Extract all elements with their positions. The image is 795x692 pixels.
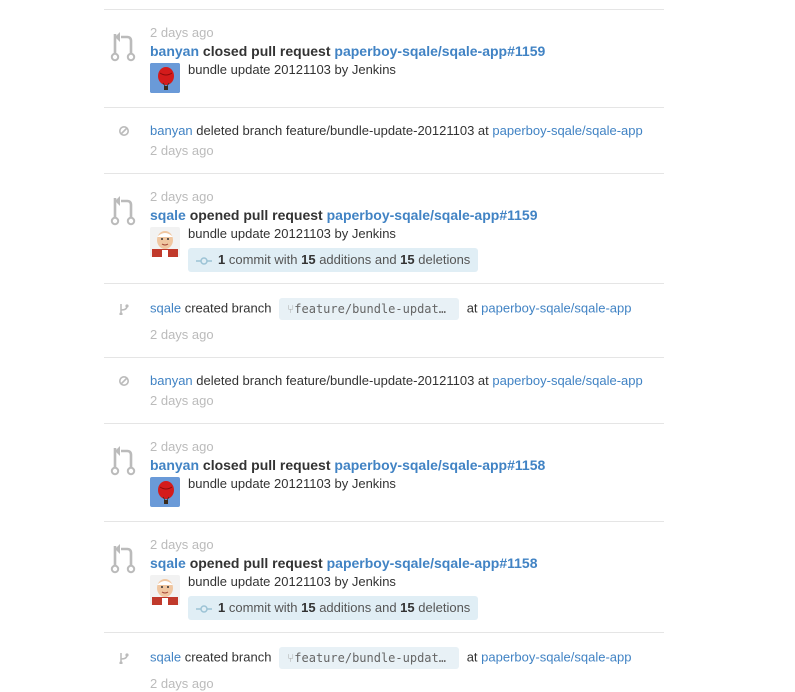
event-pr-opened: 2 days ago sqale opened pull request pap… bbox=[104, 174, 664, 283]
delete-branch-icon bbox=[119, 376, 129, 386]
deletions-count: 15 bbox=[400, 252, 415, 267]
event-line: banyan deleted branch feature/bundle-upd… bbox=[150, 372, 643, 390]
delete-branch-icon bbox=[119, 126, 129, 136]
balloon-avatar[interactable] bbox=[150, 63, 180, 93]
event-pr-closed: 2 days ago banyan closed pull request pa… bbox=[104, 10, 664, 107]
event-time: 2 days ago bbox=[150, 439, 214, 454]
at-text: at bbox=[466, 300, 478, 316]
event-title: banyan closed pull request paperboy-sqal… bbox=[150, 42, 545, 60]
branch-chip[interactable]: ⑂feature/bundle-update-20121103 bbox=[279, 647, 460, 669]
action-text: opened pull request bbox=[189, 555, 323, 571]
event-title: sqale opened pull request paperboy-sqale… bbox=[150, 206, 537, 224]
action-text: closed pull request bbox=[202, 457, 331, 473]
pull-request-icon bbox=[110, 196, 136, 226]
actor-link[interactable]: banyan bbox=[150, 43, 199, 59]
actor-link[interactable]: banyan bbox=[150, 123, 193, 138]
commit-message: bundle update 20121103 by Jenkins bbox=[188, 476, 396, 491]
balloon-avatar[interactable] bbox=[150, 477, 180, 507]
pull-request-icon bbox=[110, 446, 136, 476]
deletions-count: 15 bbox=[400, 600, 415, 615]
additions-label: additions and bbox=[319, 600, 397, 615]
branch-icon bbox=[119, 304, 129, 315]
event-title: sqale opened pull request paperboy-sqale… bbox=[150, 554, 537, 572]
event-pr-closed: 2 days ago banyan closed pull request pa… bbox=[104, 424, 664, 521]
event-branch-deleted: banyan deleted branch feature/bundle-upd… bbox=[104, 108, 664, 173]
action-text: deleted branch feature/bundle-update-201… bbox=[196, 123, 489, 138]
event-line: sqale created branch ⑂feature/bundle-upd… bbox=[150, 298, 631, 320]
branch-chip[interactable]: ⑂feature/bundle-update-20121103 bbox=[279, 298, 460, 320]
commit-icon bbox=[196, 256, 212, 265]
deletions-label: deletions bbox=[418, 600, 471, 615]
additions-count: 15 bbox=[301, 252, 316, 267]
actor-link[interactable]: sqale bbox=[150, 555, 186, 571]
actor-link[interactable]: sqale bbox=[150, 207, 186, 223]
event-time: 2 days ago bbox=[150, 25, 214, 40]
commit-summary[interactable]: 1 commit with 15 additions and 15 deleti… bbox=[188, 596, 479, 620]
repo-link[interactable]: paperboy-sqale/sqale-app bbox=[492, 123, 642, 138]
event-time: 2 days ago bbox=[150, 189, 214, 204]
branch-icon bbox=[119, 653, 129, 664]
branch-name: feature/bundle-update-20121103 bbox=[294, 302, 459, 316]
commit-message: bundle update 20121103 by Jenkins bbox=[188, 62, 396, 77]
event-time: 2 days ago bbox=[150, 537, 214, 552]
event-pr-opened: 2 days ago sqale opened pull request pap… bbox=[104, 522, 664, 631]
event-branch-created: sqale created branch ⑂feature/bundle-upd… bbox=[104, 284, 664, 357]
jenkins-avatar[interactable] bbox=[150, 575, 180, 605]
event-time: 2 days ago bbox=[150, 327, 214, 342]
event-time: 2 days ago bbox=[150, 393, 214, 408]
commit-label: commit with bbox=[228, 600, 298, 615]
commit-summary[interactable]: 1 commit with 15 additions and 15 deleti… bbox=[188, 248, 479, 272]
event-branch-created: sqale created branch ⑂feature/bundle-upd… bbox=[104, 633, 664, 691]
repo-link[interactable]: paperboy-sqale/sqale-app bbox=[492, 373, 642, 388]
actor-link[interactable]: banyan bbox=[150, 373, 193, 388]
additions-label: additions and bbox=[319, 252, 397, 267]
pull-request-link[interactable]: paperboy-sqale/sqale-app#1158 bbox=[327, 555, 538, 571]
commit-icon bbox=[196, 604, 212, 613]
event-branch-deleted: banyan deleted branch feature/bundle-upd… bbox=[104, 358, 664, 423]
event-time: 2 days ago bbox=[150, 143, 214, 158]
action-text: closed pull request bbox=[202, 43, 331, 59]
deletions-label: deletions bbox=[418, 252, 471, 267]
commit-count: 1 bbox=[218, 600, 226, 615]
action-text: opened pull request bbox=[189, 207, 323, 223]
pull-request-link[interactable]: paperboy-sqale/sqale-app#1159 bbox=[334, 43, 545, 59]
commit-message: bundle update 20121103 by Jenkins bbox=[188, 574, 396, 589]
commit-message: bundle update 20121103 by Jenkins bbox=[188, 226, 396, 241]
action-text: created branch bbox=[184, 300, 272, 316]
action-text: deleted branch feature/bundle-update-201… bbox=[196, 373, 489, 388]
actor-link[interactable]: sqale bbox=[150, 300, 181, 315]
actor-link[interactable]: sqale bbox=[150, 649, 181, 664]
repo-link[interactable]: paperboy-sqale/sqale-app bbox=[481, 300, 631, 315]
at-text: at bbox=[466, 649, 478, 665]
action-text: created branch bbox=[184, 649, 272, 665]
event-title: banyan closed pull request paperboy-sqal… bbox=[150, 456, 545, 474]
repo-link[interactable]: paperboy-sqale/sqale-app bbox=[481, 649, 631, 664]
event-line: banyan deleted branch feature/bundle-upd… bbox=[150, 122, 643, 140]
jenkins-avatar[interactable] bbox=[150, 227, 180, 257]
commit-label: commit with bbox=[228, 252, 298, 267]
pull-request-link[interactable]: paperboy-sqale/sqale-app#1159 bbox=[327, 207, 538, 223]
pull-request-icon bbox=[110, 544, 136, 574]
event-time: 2 days ago bbox=[150, 676, 214, 691]
actor-link[interactable]: banyan bbox=[150, 457, 199, 473]
pull-request-link[interactable]: paperboy-sqale/sqale-app#1158 bbox=[334, 457, 545, 473]
additions-count: 15 bbox=[301, 600, 316, 615]
branch-name: feature/bundle-update-20121103 bbox=[294, 651, 459, 665]
commit-count: 1 bbox=[218, 252, 226, 267]
pull-request-icon bbox=[110, 32, 136, 62]
event-line: sqale created branch ⑂feature/bundle-upd… bbox=[150, 647, 631, 669]
